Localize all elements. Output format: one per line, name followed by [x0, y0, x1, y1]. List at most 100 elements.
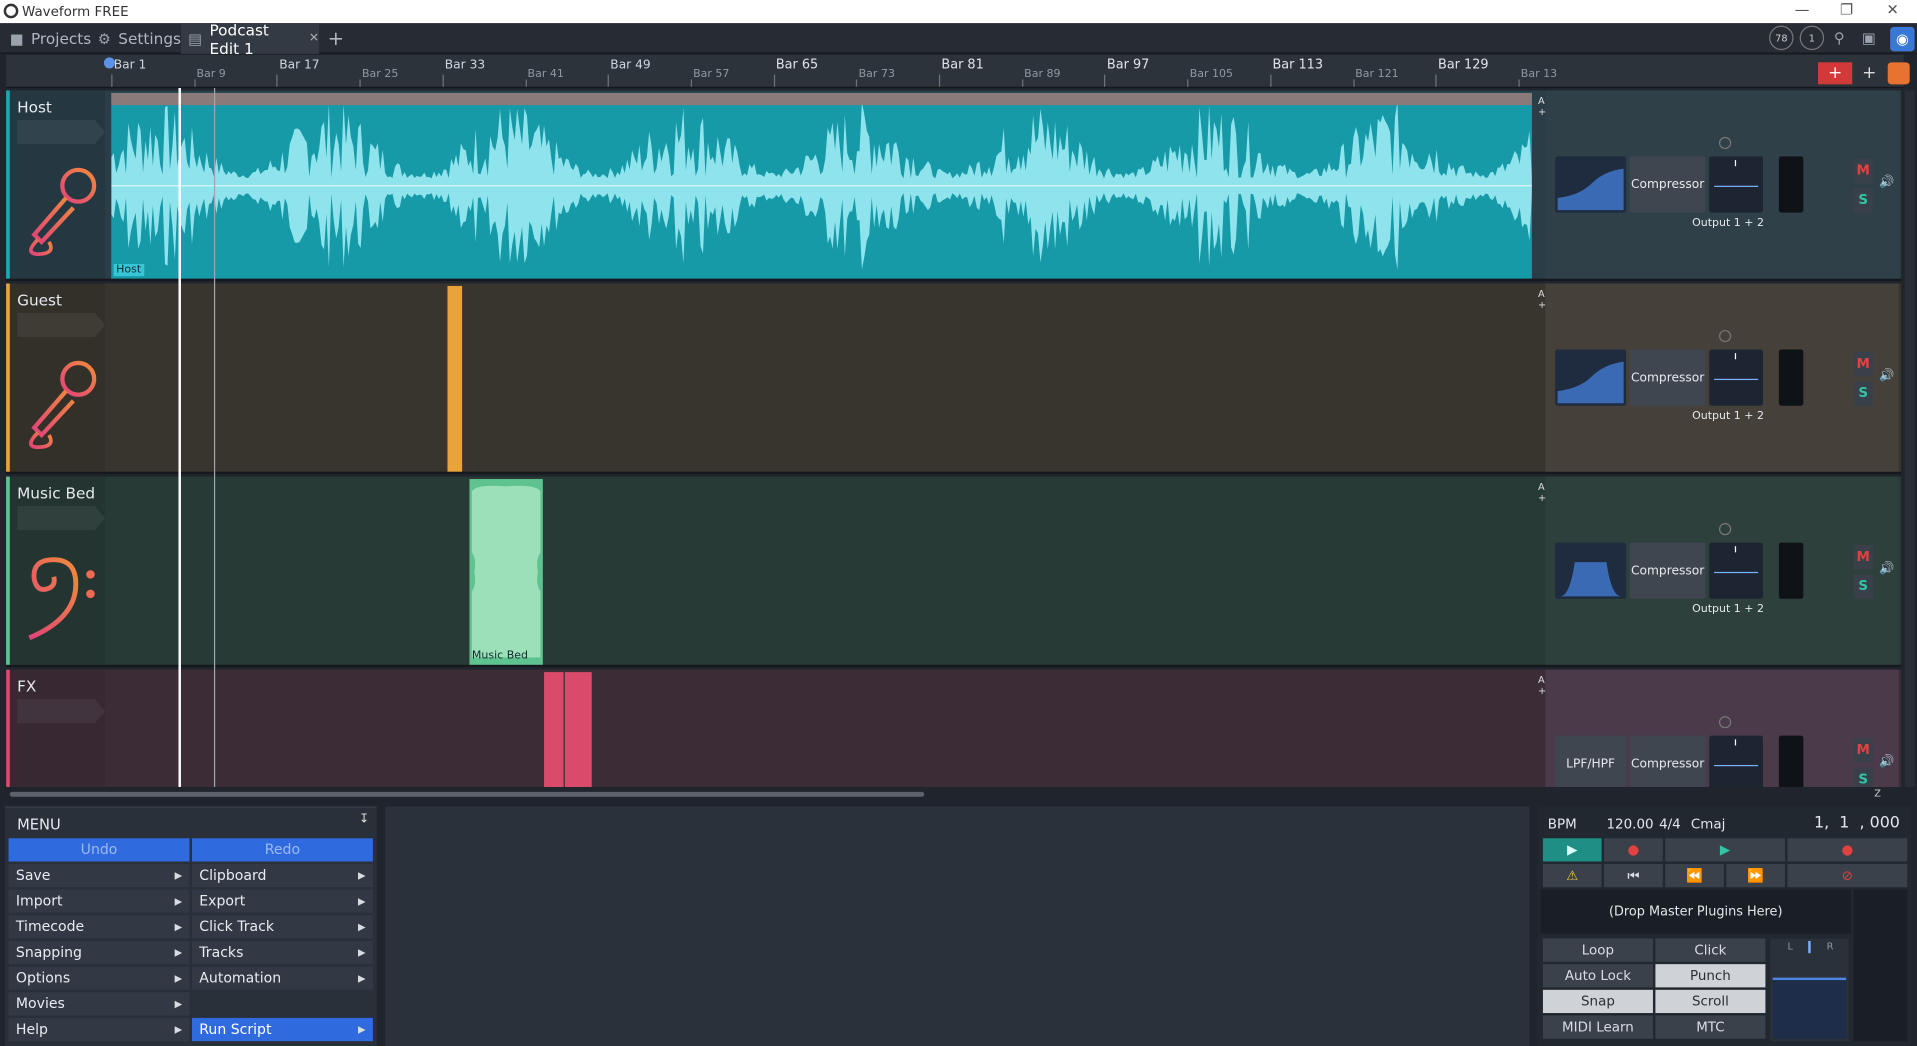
click-button[interactable]: Click	[1655, 938, 1766, 962]
record-loop-button[interactable]: ●	[1604, 838, 1663, 862]
volume-plugin[interactable]	[1709, 542, 1763, 599]
audio-clip-fx-2[interactable]	[564, 672, 592, 787]
master-volume-fader[interactable]: L R	[1770, 938, 1849, 1042]
solo-button[interactable]: S	[1853, 381, 1874, 406]
menu-item-click-track[interactable]: Click Track ▶	[191, 915, 373, 939]
tab-projects[interactable]: ■ Projects	[10, 23, 91, 54]
output-label[interactable]: Output 1 + 2	[1692, 218, 1764, 230]
menu-item-snapping[interactable]: Snapping ▶	[8, 940, 190, 965]
record-button[interactable]: ●	[1787, 838, 1908, 862]
time-signature[interactable]: 4/4	[1659, 816, 1681, 832]
mute-button[interactable]: M	[1853, 738, 1874, 763]
close-tab-icon[interactable]: ✕	[309, 32, 319, 45]
compressor-plugin[interactable]: Compressor	[1629, 156, 1706, 213]
download-icon[interactable]: ↧	[359, 813, 369, 826]
mtc-button[interactable]: MTC	[1655, 1015, 1766, 1039]
vertical-scrollbar[interactable]	[1904, 90, 1915, 787]
menu-item-timecode[interactable]: Timecode ▶	[8, 915, 190, 939]
timeline-ruler[interactable]: + + Bar 1 Bar 9 Bar 17 Bar 25 Bar 33 Bar 41 Ba…	[6, 54, 1910, 88]
rewind-button[interactable]: ⏪	[1665, 863, 1724, 888]
pan-knob[interactable]	[1718, 523, 1732, 536]
fast-forward-button[interactable]: ⏩	[1726, 863, 1785, 888]
auto-lock-button[interactable]: Auto Lock	[1542, 964, 1653, 988]
eq-plugin[interactable]	[1555, 156, 1627, 213]
master-plugins-drop[interactable]: (Drop Master Plugins Here)	[1540, 889, 1852, 934]
audio-clip-host[interactable]: Host	[111, 92, 1532, 279]
tab-podcast-edit[interactable]: ▤ Podcast Edit 1 ✕	[180, 20, 320, 57]
loop-button[interactable]: Loop	[1542, 938, 1653, 962]
menu-item-import[interactable]: Import ▶	[8, 889, 190, 913]
volume-plugin[interactable]	[1709, 735, 1763, 787]
menu-item-save[interactable]: Save ▶	[8, 863, 190, 888]
lpf-hpf-plugin[interactable]: LPF/HPF	[1555, 735, 1627, 787]
playhead[interactable]	[178, 87, 181, 787]
menu-item-automation[interactable]: Automation ▶	[191, 966, 373, 990]
menu-item-export[interactable]: Export ▶	[191, 889, 373, 913]
zoom-label[interactable]: Z	[1874, 788, 1881, 799]
punch-button[interactable]: Punch	[1655, 964, 1766, 988]
go-to-start-button[interactable]: ⏮	[1604, 863, 1663, 888]
play-button[interactable]: ▶	[1665, 838, 1785, 862]
fullscreen-icon[interactable]: ▣	[1862, 29, 1876, 46]
mute-button[interactable]: M	[1853, 351, 1874, 377]
track-lane[interactable]: Host	[109, 90, 1542, 279]
speaker-icon[interactable]: 🔊	[1879, 369, 1894, 382]
compressor-plugin[interactable]: Compressor	[1629, 735, 1706, 787]
close-icon[interactable]: ✕	[1886, 1, 1898, 18]
volume-plugin[interactable]	[1709, 349, 1763, 406]
add-tab-button[interactable]: +	[328, 23, 352, 54]
menu-item-help[interactable]: Help ▶	[8, 1017, 190, 1042]
output-label[interactable]: Output 1 + 2	[1692, 411, 1764, 423]
pan-knob[interactable]	[1718, 136, 1732, 150]
track-lane[interactable]	[109, 284, 1542, 472]
undo-button[interactable]: Undo	[8, 838, 190, 862]
menu-item-run-script[interactable]: Run Script ▶	[191, 1017, 373, 1042]
compressor-plugin[interactable]: Compressor	[1629, 542, 1706, 599]
pan-knob[interactable]	[1718, 329, 1732, 343]
volume-plugin[interactable]	[1709, 156, 1763, 213]
restore-icon[interactable]: ❐	[1840, 1, 1853, 18]
horizontal-scrollbar[interactable]	[9, 791, 925, 797]
key-signature[interactable]: Cmaj	[1691, 816, 1725, 832]
position-readout[interactable]: 1, 1 , 000	[1814, 814, 1900, 832]
menu-item-movies[interactable]: Movies ▶	[8, 992, 190, 1016]
menu-item-clipboard[interactable]: Clipboard ▶	[191, 863, 373, 888]
track-lane[interactable]	[109, 670, 1542, 787]
pan-knob[interactable]	[1718, 716, 1732, 729]
speaker-icon[interactable]: 🔊	[1879, 176, 1894, 189]
minimize-icon[interactable]: —	[1795, 1, 1810, 18]
panic-icon[interactable]: ⊘	[1787, 863, 1908, 888]
add-red-button[interactable]: +	[1818, 62, 1853, 85]
eq-plugin[interactable]	[1555, 542, 1627, 599]
loop-play-button[interactable]: ▶	[1542, 838, 1602, 862]
menu-item-options[interactable]: Options ▶	[8, 966, 190, 990]
menu-item-tracks[interactable]: Tracks ▶	[191, 940, 373, 965]
output-label[interactable]: Output 1 + 2	[1692, 604, 1764, 616]
speaker-icon[interactable]: 🔊	[1879, 755, 1894, 768]
view-eye-icon[interactable]: ◉	[1890, 26, 1915, 52]
speaker-icon[interactable]: 🔊	[1879, 562, 1894, 575]
solo-button[interactable]: S	[1853, 767, 1874, 787]
track-header[interactable]: Guest	[6, 283, 106, 472]
audio-clip-guest[interactable]	[447, 285, 463, 472]
track-header[interactable]: FX	[6, 669, 106, 787]
redo-button[interactable]: Redo	[191, 838, 373, 862]
audio-clip-fx-1[interactable]	[544, 672, 564, 787]
midi-learn-button[interactable]: MIDI Learn	[1542, 1015, 1653, 1039]
audio-clip-music-bed[interactable]: Music Bed	[469, 479, 543, 665]
add-track-button[interactable]: +	[1860, 62, 1880, 84]
track-header[interactable]: Host	[6, 90, 106, 279]
track-header[interactable]: Music Bed	[6, 476, 106, 665]
warning-icon[interactable]: ⚠	[1542, 863, 1602, 888]
compressor-plugin[interactable]: Compressor	[1629, 349, 1706, 406]
record-arm-icon[interactable]	[1887, 62, 1910, 85]
tab-settings[interactable]: ⚙ Settings	[98, 23, 181, 54]
bpm-value[interactable]: 120.00	[1606, 816, 1653, 832]
solo-button[interactable]: S	[1853, 188, 1874, 213]
mute-button[interactable]: M	[1853, 158, 1874, 184]
plugin-icon[interactable]: ⚲	[1834, 29, 1845, 46]
solo-button[interactable]: S	[1853, 574, 1874, 599]
scroll-button[interactable]: Scroll	[1655, 989, 1766, 1014]
snap-button[interactable]: Snap	[1542, 989, 1653, 1014]
mute-button[interactable]: M	[1853, 545, 1874, 570]
